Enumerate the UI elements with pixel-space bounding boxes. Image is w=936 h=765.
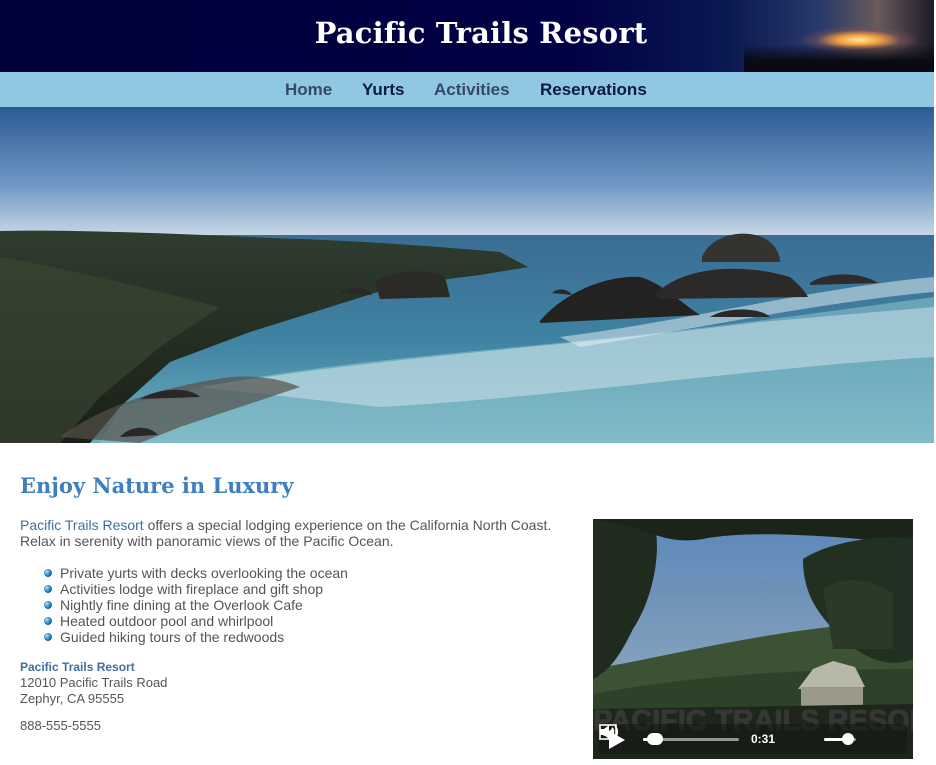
contact-city: Zephyr, CA 95555	[20, 691, 125, 706]
bullet-icon	[44, 569, 52, 577]
list-item: Activities lodge with fireplace and gift…	[40, 581, 348, 597]
main-heading: Enjoy Nature in Luxury	[20, 473, 294, 498]
list-item-text: Guided hiking tours of the redwoods	[60, 629, 285, 645]
list-item-text: Nightly fine dining at the Overlook Cafe	[60, 597, 303, 613]
bullet-icon	[44, 617, 52, 625]
main-nav: Home Yurts Activities Reservations	[0, 72, 934, 107]
hero-coastline-image	[0, 107, 934, 443]
list-item: Guided hiking tours of the redwoods	[40, 629, 348, 645]
contact-street: 12010 Pacific Trails Road	[20, 675, 168, 690]
intro-brand-name: Pacific Trails Resort	[20, 517, 144, 533]
site-title: Pacific Trails Resort	[314, 16, 648, 50]
video-time: 0:31	[751, 732, 776, 746]
list-item: Nightly fine dining at the Overlook Cafe	[40, 597, 348, 613]
list-item-text: Private yurts with decks overlooking the…	[60, 565, 348, 581]
list-item: Private yurts with decks overlooking the…	[40, 565, 348, 581]
contact-address: Pacific Trails Resort 12010 Pacific Trai…	[20, 659, 167, 707]
bullet-icon	[44, 633, 52, 641]
progress-knob[interactable]	[646, 733, 663, 745]
list-item-text: Activities lodge with fireplace and gift…	[60, 581, 324, 597]
contact-org-name: Pacific Trails Resort	[20, 660, 135, 674]
fullscreen-icon[interactable]	[599, 724, 617, 740]
volume-knob[interactable]	[842, 733, 854, 745]
nav-reservations-link[interactable]: Reservations	[540, 80, 647, 100]
resort-video[interactable]: PACIFIC TRAILS RESORT 0:31	[593, 519, 913, 759]
video-controls: 0:31	[599, 724, 907, 754]
nav-home-link[interactable]: Home	[285, 80, 332, 100]
site-header: Pacific Trails Resort	[0, 0, 934, 72]
intro-paragraph: Pacific Trails Resort offers a special l…	[20, 517, 580, 549]
list-item: Heated outdoor pool and whirlpool	[40, 613, 348, 629]
nav-yurts-link[interactable]: Yurts	[362, 80, 405, 100]
bullet-icon	[44, 585, 52, 593]
contact-phone: 888-555-5555	[20, 718, 101, 733]
bullet-icon	[44, 601, 52, 609]
list-item-text: Heated outdoor pool and whirlpool	[60, 613, 274, 629]
features-list: Private yurts with decks overlooking the…	[40, 565, 348, 645]
nav-activities-link[interactable]: Activities	[434, 80, 510, 100]
